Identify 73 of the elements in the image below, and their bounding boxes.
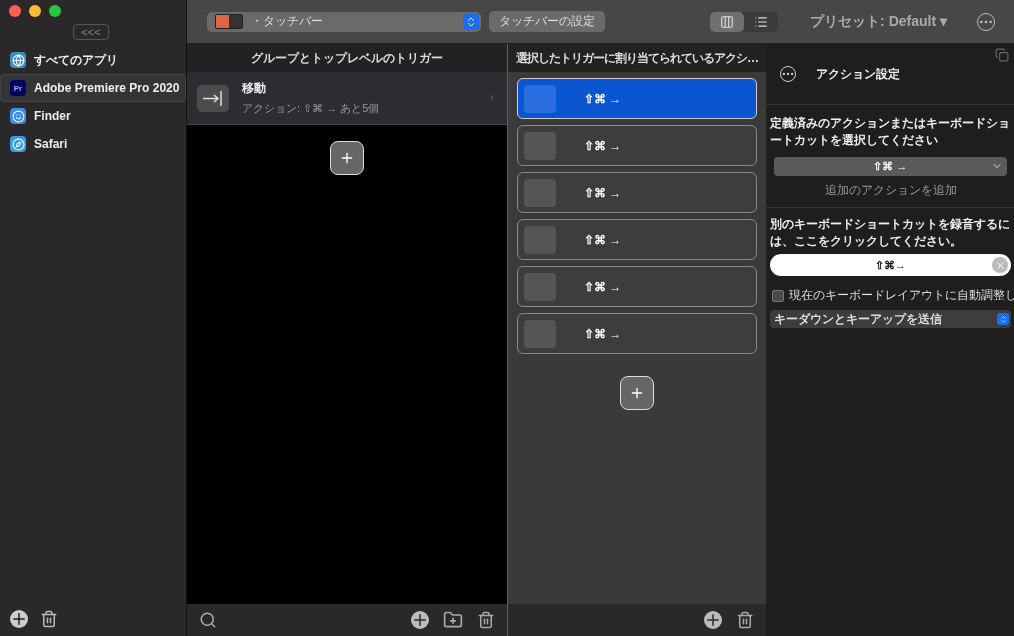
add-icon[interactable]: [704, 611, 722, 629]
touchbar-select[interactable]: ・タッチバー: [207, 11, 481, 32]
action-item[interactable]: ⇧⌘ →: [517, 78, 757, 119]
compass-icon: [10, 136, 26, 152]
action-icon: [524, 272, 556, 301]
search-icon[interactable]: [199, 611, 217, 629]
trigger-title: 移動: [242, 80, 267, 97]
trigger-subtitle: アクション: ⇧⌘ → あと5個: [242, 101, 380, 116]
trash-icon[interactable]: [736, 611, 754, 629]
add-icon[interactable]: [10, 610, 28, 628]
touchbar-settings-button[interactable]: タッチバーの設定: [489, 11, 605, 32]
action-item[interactable]: ⇧⌘ →: [517, 172, 757, 213]
minimize-button[interactable]: [29, 5, 41, 17]
list-icon: [754, 14, 769, 29]
action-label: ⇧⌘ →: [584, 185, 622, 200]
action-label: ⇧⌘ →: [584, 326, 622, 341]
folder-plus-icon[interactable]: [443, 610, 463, 630]
close-button[interactable]: [9, 5, 21, 17]
smiley-icon: [10, 108, 26, 124]
action-icon: [524, 225, 556, 254]
app-item[interactable]: すべてのアプリ: [0, 46, 186, 74]
stepper-icon: [997, 313, 1009, 325]
app-name: すべてのアプリ: [34, 51, 118, 69]
add-icon[interactable]: [411, 611, 429, 629]
record-prompt: 別のキーボードショートカットを録音するには、ここをクリックしてください。: [770, 216, 1011, 250]
add-action-button[interactable]: [620, 376, 654, 410]
action-item[interactable]: ⇧⌘ →: [517, 266, 757, 307]
action-label: ⇧⌘ →: [584, 138, 622, 153]
column-header: 選択したトリガーに割り当てられているアクシ…: [515, 49, 759, 67]
trash-icon[interactable]: [477, 611, 495, 629]
select-value: キーダウンとキーアップを送信: [774, 310, 942, 328]
checkbox[interactable]: [772, 289, 784, 302]
action-icon: [524, 84, 556, 113]
action-icon: [524, 319, 556, 348]
app-item[interactable]: Safari: [0, 130, 186, 158]
action-label: ⇧⌘ →: [584, 91, 622, 106]
columns-icon: [720, 14, 735, 29]
plus-icon: [629, 385, 645, 401]
collapse-button[interactable]: <<<: [73, 24, 109, 40]
add-action-link[interactable]: 追加のアクションを追加: [824, 182, 957, 199]
app-icon: Pr: [10, 80, 26, 96]
trash-icon[interactable]: [40, 610, 58, 628]
trigger-item[interactable]: 移動 アクション: ⇧⌘ → あと5個: [187, 72, 507, 125]
zoom-button[interactable]: [49, 5, 61, 17]
app-name: Adobe Premiere Pro 2020: [34, 81, 180, 95]
action-item[interactable]: ⇧⌘ →: [517, 125, 757, 166]
panel-title: アクション設定: [816, 65, 900, 83]
app-name: Finder: [34, 109, 71, 123]
action-select[interactable]: ⇧⌘ →: [774, 157, 1007, 176]
column-header: グループとトップレベルのトリガー: [250, 49, 444, 67]
windows-icon[interactable]: [995, 48, 1009, 62]
action-item[interactable]: ⇧⌘ →: [517, 219, 757, 260]
action-icon: [524, 178, 556, 207]
chevron-icon: [487, 93, 497, 103]
touchbar-icon: [215, 14, 243, 29]
preset-menu[interactable]: プリセット: Default ▾: [810, 12, 947, 31]
arrow-to-bar-icon: [197, 84, 229, 112]
action-icon: [524, 131, 556, 160]
stepper-icon: [463, 13, 479, 30]
globe-icon: [10, 52, 26, 68]
app-item[interactable]: Finder: [0, 102, 186, 130]
column-view-button[interactable]: [710, 11, 745, 32]
app-name: Safari: [34, 137, 68, 151]
send-mode-select[interactable]: キーダウンとキーアップを送信: [770, 310, 1011, 328]
add-trigger-button[interactable]: [330, 141, 364, 175]
app-item[interactable]: Pr Adobe Premiere Pro 2020: [0, 74, 186, 102]
action-label: ⇧⌘ →: [584, 232, 622, 247]
action-label: ⇧⌘ →: [584, 279, 622, 294]
shortcut-field[interactable]: ⇧⌘→: [770, 254, 1011, 276]
prompt-text: 定義済みのアクションまたはキーボードショートカットを選択してください: [770, 115, 1011, 149]
select-value: ・タッチバー: [251, 13, 323, 30]
plus-icon: [339, 150, 355, 166]
action-item[interactable]: ⇧⌘ →: [517, 313, 757, 354]
